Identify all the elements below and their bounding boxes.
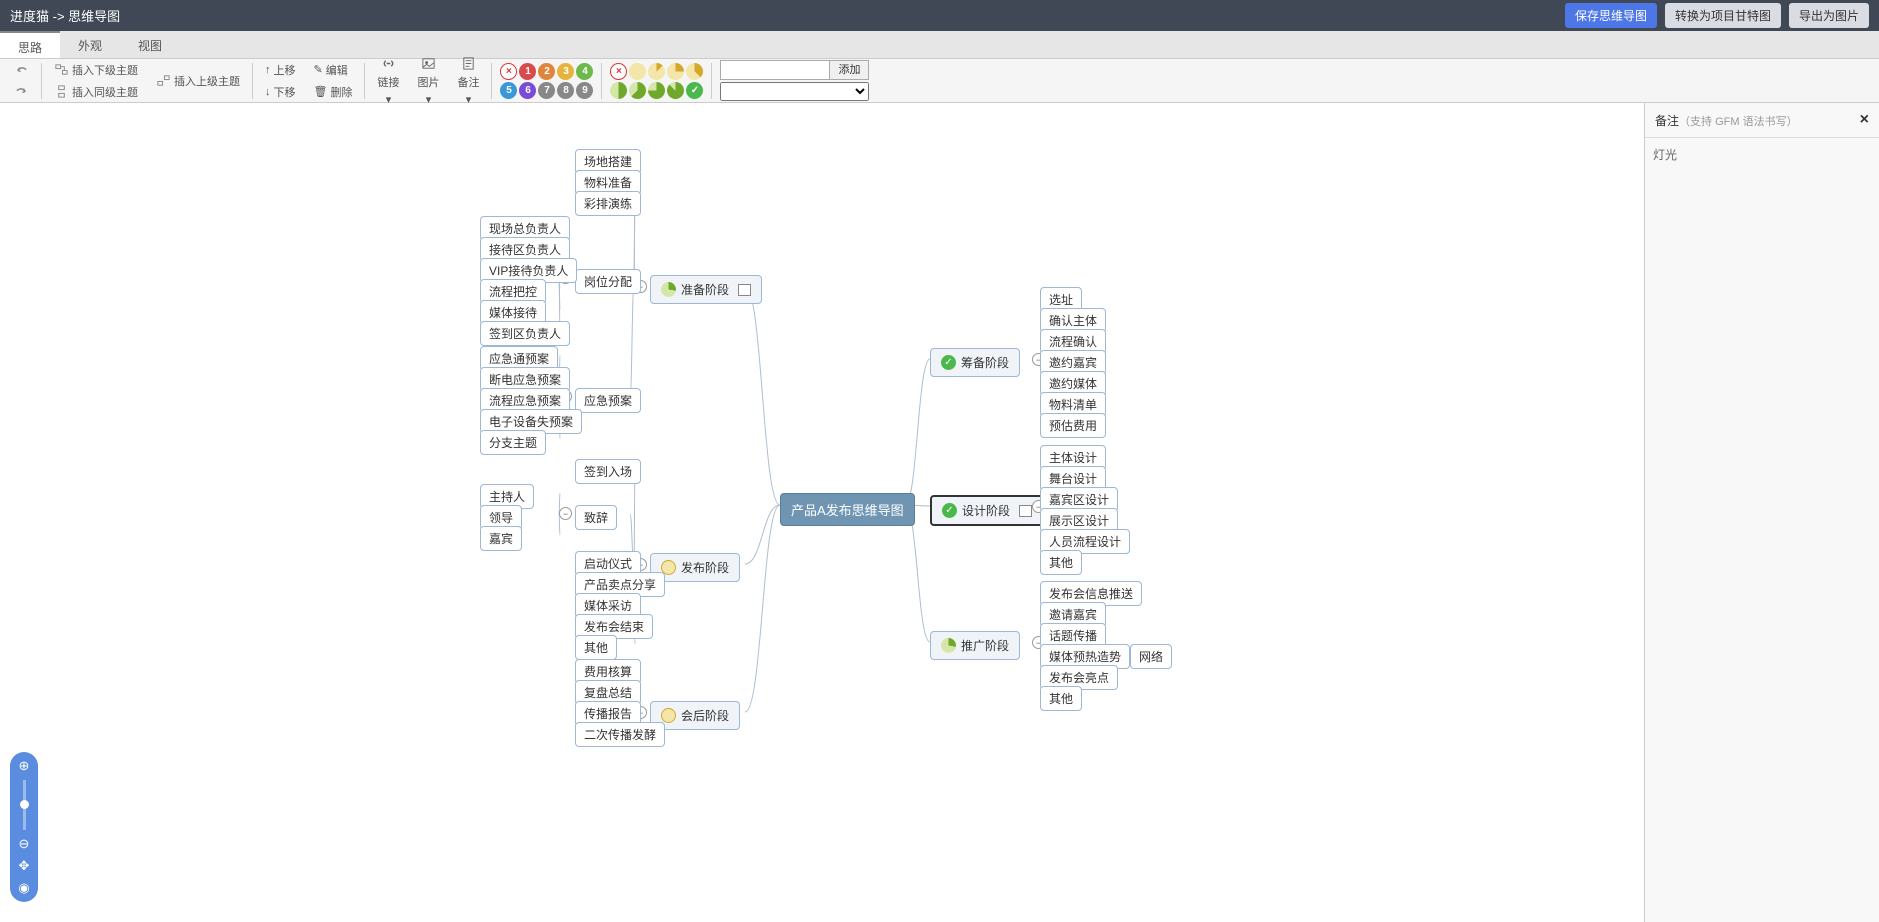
priority-badges-2: 56789 <box>500 82 593 99</box>
priority-9[interactable]: 9 <box>576 82 593 99</box>
mindmap-node[interactable]: 签到入场 <box>575 459 641 484</box>
add-tag-button[interactable]: 添加 <box>830 60 869 80</box>
priority-4[interactable]: 4 <box>576 63 593 80</box>
mindmap-node[interactable]: ✓筹备阶段 <box>930 348 1020 377</box>
progress-4[interactable] <box>610 82 627 99</box>
priority-2[interactable]: 2 <box>538 63 555 80</box>
zoom-slider[interactable] <box>23 780 26 830</box>
priority-1[interactable]: 1 <box>519 63 536 80</box>
move-up-button[interactable]: ↑ 上移 <box>261 60 300 80</box>
insert-child-button[interactable]: 插入下级主题 <box>50 60 142 80</box>
tag-select[interactable] <box>720 82 869 101</box>
priority-clear[interactable]: × <box>500 63 517 80</box>
sidebar-close-icon[interactable]: × <box>1860 111 1869 129</box>
priority-7[interactable]: 7 <box>538 82 555 99</box>
move-down-button[interactable]: ↓ 下移 <box>261 82 300 102</box>
mindmap-node[interactable]: 分支主题 <box>480 430 546 455</box>
progress-1[interactable] <box>648 63 665 80</box>
insert-parent-button[interactable]: 插入上级主题 <box>152 71 244 91</box>
mindmap-node[interactable]: 致辞 <box>575 505 617 530</box>
priority-8[interactable]: 8 <box>557 82 574 99</box>
mindmap-node[interactable]: 彩排演练 <box>575 191 641 216</box>
link-button[interactable]: 链接▾ <box>373 54 403 108</box>
pan-button[interactable]: ✥ <box>16 858 32 874</box>
progress-badges-2: ✓ <box>610 82 703 99</box>
fit-button[interactable]: ◉ <box>16 880 32 896</box>
note-button[interactable]: 备注▾ <box>453 54 483 108</box>
status-icon: ✓ <box>941 355 956 370</box>
priority-3[interactable]: 3 <box>557 63 574 80</box>
zoom-in-button[interactable]: ⊕ <box>16 758 32 774</box>
image-button[interactable]: 图片▾ <box>413 54 443 108</box>
header-title: 进度猫 -> 思维导图 <box>10 6 120 25</box>
progress-6[interactable] <box>648 82 665 99</box>
notes-sidebar: 备注（支持 GFM 语法书写） × 灯光 <box>1644 103 1879 922</box>
mindmap-node[interactable]: 其他 <box>575 635 617 660</box>
progress-badges: × <box>610 63 703 80</box>
insert-sibling-button[interactable]: 插入同级主题 <box>50 82 142 102</box>
note-icon <box>1019 505 1032 517</box>
edit-button[interactable]: ✎ 编辑 <box>310 60 357 80</box>
toolbar: 插入下级主题 插入同级主题 插入上级主题 ↑ 上移 ↓ 下移 ✎ 编辑 🗑 删除… <box>0 59 1879 103</box>
progress-8[interactable]: ✓ <box>686 82 703 99</box>
tab-view[interactable]: 视图 <box>120 31 180 58</box>
mindmap-node[interactable]: 岗位分配 <box>575 269 641 294</box>
mindmap-node[interactable]: 应急预案 <box>575 388 641 413</box>
status-icon: ✓ <box>942 503 957 518</box>
tag-input-row: 添加 <box>720 60 869 80</box>
progress-7[interactable] <box>667 82 684 99</box>
mindmap-node[interactable]: 其他 <box>1040 550 1082 575</box>
zoom-out-button[interactable]: ⊖ <box>16 836 32 852</box>
tag-input[interactable] <box>720 60 830 80</box>
mindmap-node[interactable]: 二次传播发酵 <box>575 722 665 747</box>
redo-button[interactable] <box>10 82 33 101</box>
tab-idea[interactable]: 思路 <box>0 31 60 58</box>
mindmap-node[interactable]: 推广阶段 <box>930 631 1020 660</box>
mindmap-node[interactable]: 准备阶段 <box>650 275 762 304</box>
tab-bar: 思路 外观 视图 <box>0 31 1879 59</box>
app-header: 进度猫 -> 思维导图 保存思维导图 转换为项目甘特图 导出为图片 <box>0 0 1879 31</box>
mindmap-node[interactable]: ✓设计阶段 <box>930 495 1044 526</box>
sidebar-subtitle: （支持 GFM 语法书写） <box>1679 116 1798 128</box>
progress-clear[interactable]: × <box>610 63 627 80</box>
mindmap-node[interactable]: 其他 <box>1040 686 1082 711</box>
priority-5[interactable]: 5 <box>500 82 517 99</box>
progress-0[interactable] <box>629 63 646 80</box>
mindmap-node[interactable]: 产品A发布思维导图 <box>780 493 915 526</box>
save-button[interactable]: 保存思维导图 <box>1565 3 1657 28</box>
zoom-control: ⊕ ⊖ ✥ ◉ <box>10 752 38 902</box>
export-image-button[interactable]: 导出为图片 <box>1789 3 1869 28</box>
collapse-toggle[interactable]: − <box>559 507 572 520</box>
header-buttons: 保存思维导图 转换为项目甘特图 导出为图片 <box>1565 3 1869 28</box>
progress-2[interactable] <box>667 63 684 80</box>
note-icon <box>738 284 751 296</box>
mindmap-node[interactable]: 网络 <box>1130 644 1172 669</box>
progress-3[interactable] <box>686 63 703 80</box>
delete-button[interactable]: 🗑 删除 <box>310 82 357 102</box>
mindmap-node[interactable]: 嘉宾 <box>480 526 522 551</box>
undo-button[interactable] <box>10 61 33 80</box>
sidebar-content[interactable]: 灯光 <box>1645 138 1879 922</box>
status-icon <box>661 282 676 297</box>
sidebar-title: 备注 <box>1655 114 1679 128</box>
status-icon <box>661 708 676 723</box>
mindmap-node[interactable]: 预估费用 <box>1040 413 1106 438</box>
mindmap-canvas[interactable]: 产品A发布思维导图✓筹备阶段−选址确认主体流程确认邀约嘉宾邀约媒体物料清单预估费… <box>0 103 1879 922</box>
convert-gantt-button[interactable]: 转换为项目甘特图 <box>1665 3 1781 28</box>
progress-5[interactable] <box>629 82 646 99</box>
tab-appearance[interactable]: 外观 <box>60 31 120 58</box>
priority-6[interactable]: 6 <box>519 82 536 99</box>
status-icon <box>941 638 956 653</box>
priority-badges: ×1234 <box>500 63 593 80</box>
mindmap-node[interactable]: 签到区负责人 <box>480 321 570 346</box>
